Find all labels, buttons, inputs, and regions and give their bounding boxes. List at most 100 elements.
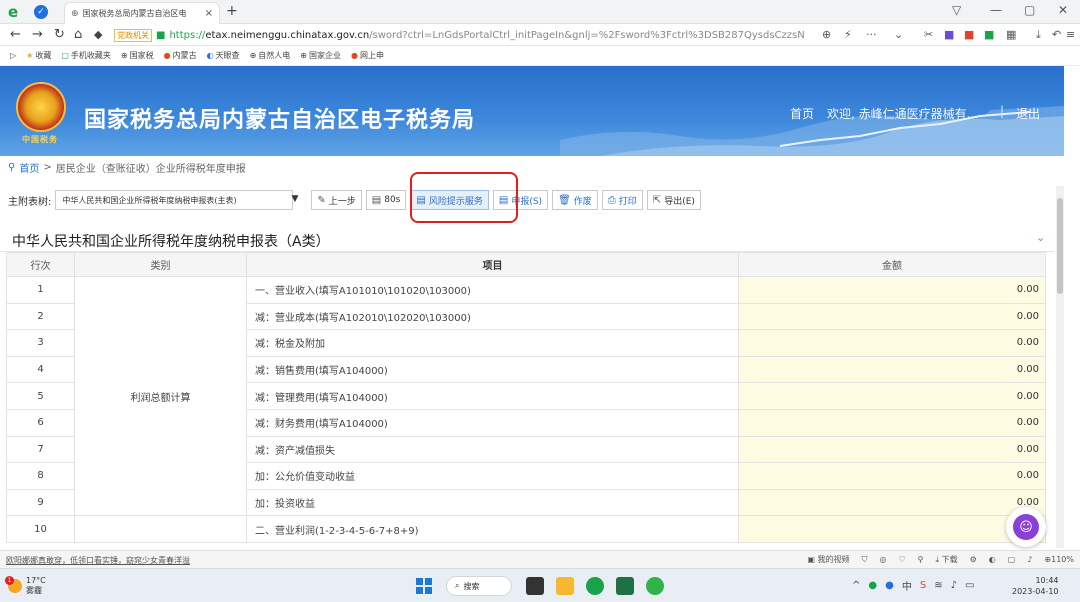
home-icon[interactable]: ⌂ [74,27,82,43]
speaker-icon[interactable]: ♪ [951,580,957,591]
menu-icon[interactable]: ≡ [1066,28,1075,41]
amount-input[interactable]: 0.00 [738,408,1046,437]
amount-input[interactable]: 0.00 [738,276,1046,304]
void-button[interactable]: 🗑 作废 [552,190,598,210]
extension3-icon[interactable]: ■ [984,28,994,41]
collapse-chevron-icon[interactable]: ⌄ [1036,231,1045,244]
excel-icon[interactable] [616,577,634,595]
bookmark-favorites[interactable]: ★ 收藏 [26,50,51,61]
export-button[interactable]: ⇱ 导出(E) [646,190,701,210]
bookmark-mobile[interactable]: ▢ 手机收藏夹 [61,50,111,61]
bookmark-tianyancha[interactable]: ◐ 天眼查 [207,50,240,61]
amount-input[interactable]: 0.00 [738,462,1046,490]
ie-icon[interactable]: ◐ [989,555,996,564]
amount-input[interactable] [738,515,1046,543]
zoom-level[interactable]: ⊕110% [1044,555,1074,564]
tray-chevron-icon[interactable]: ^ [852,580,860,591]
lightning-icon[interactable]: ⚡ [844,28,852,41]
row-number: 7 [6,435,75,464]
breadcrumb-home[interactable]: 首页 [19,160,39,175]
home-link[interactable]: 首页 [790,105,814,122]
chat-bubble-icon: ☺ [1013,514,1039,540]
shield-icon[interactable]: ◆ [94,27,102,43]
amount-input[interactable]: 0.00 [738,488,1046,517]
new-tab-icon[interactable]: + [226,3,238,19]
amount-input[interactable]: 0.00 [738,435,1046,464]
downloads-link[interactable]: ⤓ 下载 [936,554,958,565]
browser-logo-icon[interactable]: e [8,4,18,20]
maximize-icon[interactable]: ▢ [1024,3,1035,17]
apps-icon[interactable]: ▦ [1006,28,1016,41]
table-row: 10 二、营业利润(1-2-3-4-5-6-7+8+9) [6,515,1046,543]
bookmark-enterprise[interactable]: ⊕ 国家企业 [300,50,341,61]
assistant-chat-button[interactable]: ☺ [1006,507,1046,547]
tray-chat-icon[interactable]: ● [885,580,894,591]
back-icon[interactable]: ← [10,27,21,43]
extension-icon[interactable]: ■ [944,28,954,41]
form-header: 中华人民共和国企业所得税年度纳税申报表（A类） ⌄ [0,224,1054,252]
camera-icon[interactable]: ◎ [879,555,886,564]
file-explorer-icon[interactable] [556,577,574,595]
volume-icon[interactable]: ♪ [1027,555,1032,564]
my-video-link[interactable]: ▣ 我的视频 [807,554,849,565]
tray-security-icon[interactable]: S [920,580,926,591]
print-button[interactable]: ⎙ 打印 [601,190,643,210]
bookmark-online[interactable]: ● 网上申 [351,50,384,61]
close-window-icon[interactable]: ✕ [1058,3,1068,17]
zoom-search-icon[interactable]: ⊕ [822,28,831,41]
system-clock[interactable]: 10:44 2023-04-10 [1012,575,1059,597]
browser-tab[interactable]: ⊕ 国家税务总局内蒙古自治区电 × [64,2,220,24]
windows-start-icon[interactable] [416,578,432,594]
forward-icon[interactable]: → [32,27,43,43]
scrollbar-thumb[interactable] [1057,198,1063,294]
bookmark-tax[interactable]: ⊕ 国家税 [121,50,154,61]
bookmark-nmg[interactable]: ● 内蒙古 [164,50,197,61]
welcome-user[interactable]: 欢迎, 赤峰仁通医疗器械有... [827,105,978,122]
clock-time: 10:44 [1035,576,1059,585]
amount-input[interactable]: 0.00 [738,355,1046,384]
app-icon[interactable] [646,577,664,595]
shield-status-icon[interactable]: ⛉ [861,555,867,565]
browser-taskbar-icon[interactable] [586,577,604,595]
table-tree-select[interactable]: 中华人民共和国企业所得税年度纳税申报表(主表) ▼ [55,190,298,210]
extension2-icon[interactable]: ■ [964,28,974,41]
prev-step-button[interactable]: ✎ 上一步 [311,190,362,210]
chevron-down-icon[interactable]: ⌄ [894,28,903,41]
heart-icon[interactable]: ♡ [898,555,905,564]
wifi-icon[interactable]: ≋ [934,580,942,591]
tray-input-icon[interactable]: 中 [902,578,912,593]
amount-input[interactable]: 0.00 [738,382,1046,410]
globe-icon: ⊕ [120,51,128,60]
amount-input[interactable]: 0.00 [738,302,1046,331]
save-timer-button[interactable]: ▤ 80s [365,190,407,210]
browser-account-icon[interactable]: ✓ [34,5,48,19]
restore-icon[interactable]: ▽ [952,3,961,17]
url-scheme: https:// [169,29,206,41]
page-scrollbar[interactable] [1056,186,1064,548]
task-view-icon[interactable] [526,577,544,595]
weather-widget[interactable]: 1 17°C 雾霾 [5,576,46,596]
settings-icon[interactable]: ⚙ [970,555,977,564]
reload-icon[interactable]: ↻ [54,27,65,43]
banner-separator: | [1000,104,1005,118]
close-tab-icon[interactable]: × [205,8,213,19]
link-icon[interactable]: ⚲ [918,555,924,564]
undo-icon[interactable]: ↶ [1052,28,1061,41]
more-icon[interactable]: ··· [866,28,877,41]
logout-link[interactable]: 退出 [1016,105,1040,122]
item-cell: 一、营业收入(填写A101010\101020\103000) [246,276,739,304]
tray-app-icon[interactable]: ● [868,580,877,591]
url-path: /sword?ctrl=LnGdsPortalCtrl_initPageIn&g… [369,29,805,41]
taskbar-search[interactable]: ⌕ 搜索 [446,576,512,596]
scissors-icon[interactable]: ✂ [924,28,933,41]
news-ticker-link[interactable]: 欧阳娜娜真敢穿，低领口看实锤，窈窕少女青春洋溢 [6,555,190,566]
amount-input[interactable]: 0.00 [738,329,1046,357]
sidebar-toggle-icon[interactable]: ▷ [10,51,16,60]
window-icon[interactable]: ▢ [1008,555,1016,564]
url-field[interactable]: 党政机关 ■ https://etax.neimenggu.chinatax.g… [114,26,814,44]
bookmark-natural-person[interactable]: ⊕ 自然人电 [250,50,291,61]
category-cell: 利润总额计算 [74,275,247,517]
download-icon[interactable]: ⤓ [1036,28,1041,42]
battery-icon[interactable]: ▭ [965,580,974,591]
minimize-icon[interactable]: — [990,3,1002,17]
